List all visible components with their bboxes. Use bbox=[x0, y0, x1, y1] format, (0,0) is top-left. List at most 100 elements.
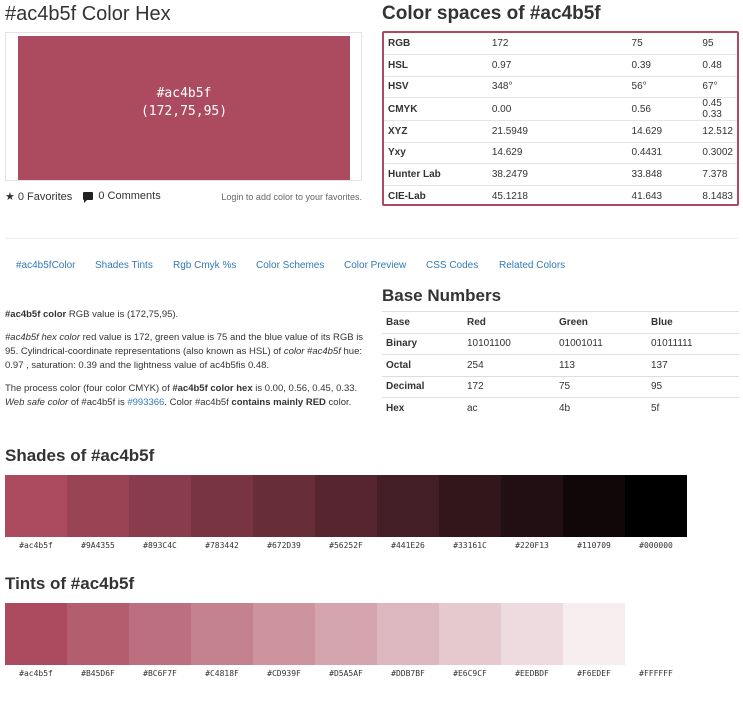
tint-color-box[interactable] bbox=[439, 603, 501, 665]
base-label: Octal bbox=[382, 354, 463, 376]
shade-color-box[interactable] bbox=[315, 475, 377, 537]
shade-hex-label[interactable]: #000000 bbox=[639, 541, 673, 550]
shade-color-box[interactable] bbox=[5, 475, 67, 537]
tint-swatch[interactable]: #E6C9CF bbox=[439, 603, 501, 678]
tint-swatch[interactable]: #FFFFFF bbox=[625, 603, 687, 678]
nav-css-codes[interactable]: CSS Codes bbox=[426, 260, 478, 271]
shade-swatch[interactable]: #56252F bbox=[315, 475, 377, 550]
tint-swatch[interactable]: #CD939F bbox=[253, 603, 315, 678]
tint-color-box[interactable] bbox=[67, 603, 129, 665]
tint-color-box[interactable] bbox=[129, 603, 191, 665]
shade-color-box[interactable] bbox=[439, 475, 501, 537]
color-space-value: 0.56 bbox=[627, 97, 699, 121]
favorites-button[interactable]: ★ 0 Favorites bbox=[5, 190, 72, 204]
page-title: #ac4b5f Color Hex bbox=[5, 3, 171, 25]
shade-color-box[interactable] bbox=[563, 475, 625, 537]
tint-color-box[interactable] bbox=[191, 603, 253, 665]
preview-rgb-text: (172,75,95) bbox=[140, 104, 228, 119]
tint-swatch[interactable]: #C4818F bbox=[191, 603, 253, 678]
nav-color-preview[interactable]: Color Preview bbox=[344, 260, 406, 271]
color-space-row: Yxy 14.629 0.4431 0.3002 bbox=[384, 142, 737, 164]
color-space-value: 56° bbox=[627, 76, 699, 98]
shade-hex-label[interactable]: #220F13 bbox=[515, 541, 549, 550]
shade-swatch[interactable]: #33161C bbox=[439, 475, 501, 550]
web-safe-color-link[interactable]: #993366 bbox=[127, 397, 164, 408]
tint-swatch[interactable]: #D5A5AF bbox=[315, 603, 377, 678]
shade-color-box[interactable] bbox=[191, 475, 253, 537]
shade-color-box[interactable] bbox=[377, 475, 439, 537]
color-preview-frame: #ac4b5f (172,75,95) bbox=[5, 32, 362, 181]
tints-title: Tints of #ac4b5f bbox=[5, 574, 135, 593]
tint-swatch[interactable]: #F6EDEF bbox=[563, 603, 625, 678]
tint-hex-label[interactable]: #F6EDEF bbox=[577, 669, 611, 678]
shade-color-box[interactable] bbox=[501, 475, 563, 537]
shade-hex-label[interactable]: #783442 bbox=[205, 541, 239, 550]
tint-hex-label[interactable]: #C4818F bbox=[205, 669, 239, 678]
color-space-row: Hunter Lab 38.2479 33.848 7.378 bbox=[384, 163, 737, 186]
base-row: Binary 10101100 01001011 01011111 bbox=[382, 332, 739, 355]
shade-swatch[interactable]: #783442 bbox=[191, 475, 253, 550]
color-description: #ac4b5f color RGB value is (172,75,95). … bbox=[5, 308, 365, 419]
tint-swatch[interactable]: #EEDBDF bbox=[501, 603, 563, 678]
login-note[interactable]: Login to add color to your favorites. bbox=[221, 192, 362, 202]
color-space-label: Hunter Lab bbox=[384, 163, 488, 186]
shade-hex-label[interactable]: #ac4b5f bbox=[19, 541, 53, 550]
shade-hex-label[interactable]: #33161C bbox=[453, 541, 487, 550]
shade-color-box[interactable] bbox=[129, 475, 191, 537]
tint-swatch[interactable]: #B45D6F bbox=[67, 603, 129, 678]
tint-hex-label[interactable]: #ac4b5f bbox=[19, 669, 53, 678]
tint-swatch[interactable]: #ac4b5f bbox=[5, 603, 67, 678]
shade-hex-label[interactable]: #893C4C bbox=[143, 541, 177, 550]
shade-hex-label[interactable]: #441E26 bbox=[391, 541, 425, 550]
base-header: Base bbox=[382, 311, 463, 333]
shade-color-box[interactable] bbox=[253, 475, 315, 537]
tint-hex-label[interactable]: #CD939F bbox=[267, 669, 301, 678]
shade-color-box[interactable] bbox=[67, 475, 129, 537]
tint-hex-label[interactable]: #B45D6F bbox=[81, 669, 115, 678]
shade-swatch[interactable]: #672D39 bbox=[253, 475, 315, 550]
tint-hex-label[interactable]: #FFFFFF bbox=[639, 669, 673, 678]
tint-color-box[interactable] bbox=[501, 603, 563, 665]
shade-swatch[interactable]: #893C4C bbox=[129, 475, 191, 550]
red-value: 254 bbox=[463, 354, 555, 376]
shade-hex-label[interactable]: #672D39 bbox=[267, 541, 301, 550]
tint-color-box[interactable] bbox=[625, 603, 687, 665]
base-numbers-table: Base Red Green Blue Binary 10101100 010010… bbox=[382, 311, 739, 419]
shade-hex-label[interactable]: #110709 bbox=[577, 541, 611, 550]
tint-color-box[interactable] bbox=[315, 603, 377, 665]
shade-hex-label[interactable]: #56252F bbox=[329, 541, 363, 550]
shade-hex-label[interactable]: #9A4355 bbox=[81, 541, 115, 550]
nav-rgb-cmyk[interactable]: Rgb Cmyk %s bbox=[173, 260, 236, 271]
green-header: Green bbox=[555, 311, 647, 333]
desc-paragraph-3: The process color (four color CMYK) of #… bbox=[5, 383, 358, 408]
shade-color-box[interactable] bbox=[625, 475, 687, 537]
tint-color-box[interactable] bbox=[5, 603, 67, 665]
comments-button[interactable]: 0 Comments bbox=[83, 190, 161, 203]
nav-color[interactable]: #ac4b5fColor bbox=[16, 260, 75, 271]
shade-swatch[interactable]: #9A4355 bbox=[67, 475, 129, 550]
shade-swatch[interactable]: #220F13 bbox=[501, 475, 563, 550]
shade-swatch[interactable]: #110709 bbox=[563, 475, 625, 550]
color-space-label: HSL bbox=[384, 54, 488, 77]
nav-color-schemes[interactable]: Color Schemes bbox=[256, 260, 324, 271]
nav-shades-tints[interactable]: Shades Tints bbox=[95, 260, 153, 271]
tint-hex-label[interactable]: #D5A5AF bbox=[329, 669, 363, 678]
tint-hex-label[interactable]: #DDB7BF bbox=[391, 669, 425, 678]
color-space-row: XYZ 21.5949 14.629 12.512 bbox=[384, 120, 737, 143]
tint-color-box[interactable] bbox=[253, 603, 315, 665]
tint-hex-label[interactable]: #BC6F7F bbox=[143, 669, 177, 678]
tint-hex-label[interactable]: #EEDBDF bbox=[515, 669, 549, 678]
color-space-row: HSV 348° 56° 67° bbox=[384, 76, 737, 98]
tint-color-box[interactable] bbox=[377, 603, 439, 665]
shade-swatch[interactable]: #ac4b5f bbox=[5, 475, 67, 550]
color-space-row: HSL 0.97 0.39 0.48 bbox=[384, 54, 737, 77]
nav-related-colors[interactable]: Related Colors bbox=[499, 260, 565, 271]
tint-color-box[interactable] bbox=[563, 603, 625, 665]
desc-paragraph-1: #ac4b5f color RGB value is (172,75,95). bbox=[5, 309, 179, 320]
tints-strip: #ac4b5f #B45D6F #BC6F7F #C4818F #CD939F #D5A5… bbox=[5, 603, 687, 678]
tint-swatch[interactable]: #BC6F7F bbox=[129, 603, 191, 678]
shade-swatch[interactable]: #000000 bbox=[625, 475, 687, 550]
shade-swatch[interactable]: #441E26 bbox=[377, 475, 439, 550]
tint-swatch[interactable]: #DDB7BF bbox=[377, 603, 439, 678]
tint-hex-label[interactable]: #E6C9CF bbox=[453, 669, 487, 678]
